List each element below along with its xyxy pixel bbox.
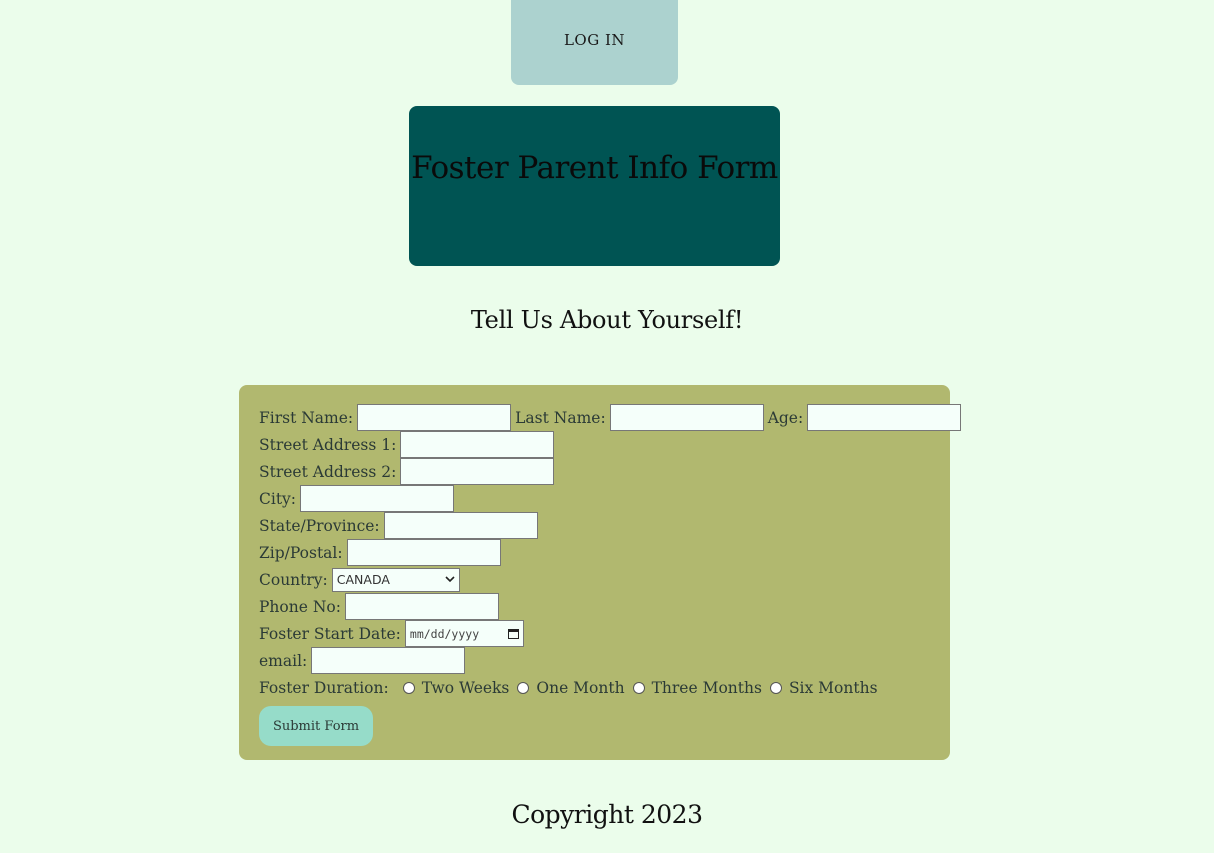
phone-input[interactable]: [344, 593, 499, 620]
start-date-input[interactable]: mm/dd/yyyy: [404, 620, 524, 647]
duration-label: Foster Duration:: [259, 678, 389, 697]
country-label: Country:: [259, 570, 328, 589]
duration-radio-one-month[interactable]: [517, 681, 530, 694]
submit-button[interactable]: Submit Form: [259, 706, 373, 746]
duration-option-label: One Month: [536, 678, 625, 697]
age-label: Age:: [767, 408, 804, 427]
state-row: State/Province:: [259, 512, 930, 539]
foster-form: First Name: Last Name: Age: Street Addre…: [239, 385, 962, 760]
last-name-input[interactable]: [609, 404, 764, 431]
submit-button-label: Submit Form: [272, 718, 360, 734]
street2-input[interactable]: [400, 458, 555, 485]
duration-row: Foster Duration: Two Weeks One Month Thr…: [259, 674, 930, 701]
zip-row: Zip/Postal:: [259, 539, 930, 566]
copyright-footer: Copyright 2023: [511, 800, 703, 829]
state-input[interactable]: [383, 512, 538, 539]
street2-label: Street Address 2:: [259, 462, 397, 481]
duration-option-label: Two Weeks: [421, 678, 510, 697]
name-row: First Name: Last Name: Age:: [259, 404, 962, 431]
start-date-label: Foster Start Date:: [259, 624, 401, 643]
duration-radio-six-months[interactable]: [769, 681, 782, 694]
phone-label: Phone No:: [259, 597, 341, 616]
page-title: Foster Parent Info Form: [411, 150, 778, 186]
chevron-down-icon: [445, 576, 455, 583]
email-input[interactable]: [311, 647, 466, 674]
zip-label: Zip/Postal:: [259, 543, 343, 562]
country-selected-value: CANADA: [336, 572, 390, 587]
phone-row: Phone No:: [259, 593, 930, 620]
country-select[interactable]: CANADA: [331, 567, 460, 592]
city-input[interactable]: [300, 485, 455, 512]
first-name-input[interactable]: [357, 404, 512, 431]
city-label: City:: [259, 489, 297, 508]
duration-option-label: Six Months: [788, 678, 878, 697]
last-name-label: Last Name:: [515, 408, 606, 427]
first-name-label: First Name:: [259, 408, 354, 427]
country-row: Country: CANADA: [259, 566, 930, 593]
city-row: City:: [259, 485, 930, 512]
start-date-row: Foster Start Date: mm/dd/yyyy: [259, 620, 930, 647]
zip-input[interactable]: [346, 539, 501, 566]
start-date-placeholder: mm/dd/yyyy: [409, 626, 480, 641]
form-subtitle: Tell Us About Yourself!: [470, 306, 744, 334]
state-label: State/Province:: [259, 516, 380, 535]
email-label: email:: [259, 651, 308, 670]
email-row: email:: [259, 647, 930, 674]
calendar-icon[interactable]: [507, 628, 519, 639]
street1-row: Street Address 1:: [259, 431, 930, 458]
login-button[interactable]: LOG IN: [511, 0, 678, 85]
duration-radio-three-months[interactable]: [632, 681, 645, 694]
age-input[interactable]: [807, 404, 962, 431]
login-button-label: LOG IN: [563, 31, 626, 49]
street1-label: Street Address 1:: [259, 435, 397, 454]
street1-input[interactable]: [400, 431, 555, 458]
street2-row: Street Address 2:: [259, 458, 930, 485]
title-banner: Foster Parent Info Form: [409, 106, 780, 266]
duration-radio-two-weeks[interactable]: [402, 681, 415, 694]
duration-option-label: Three Months: [651, 678, 762, 697]
